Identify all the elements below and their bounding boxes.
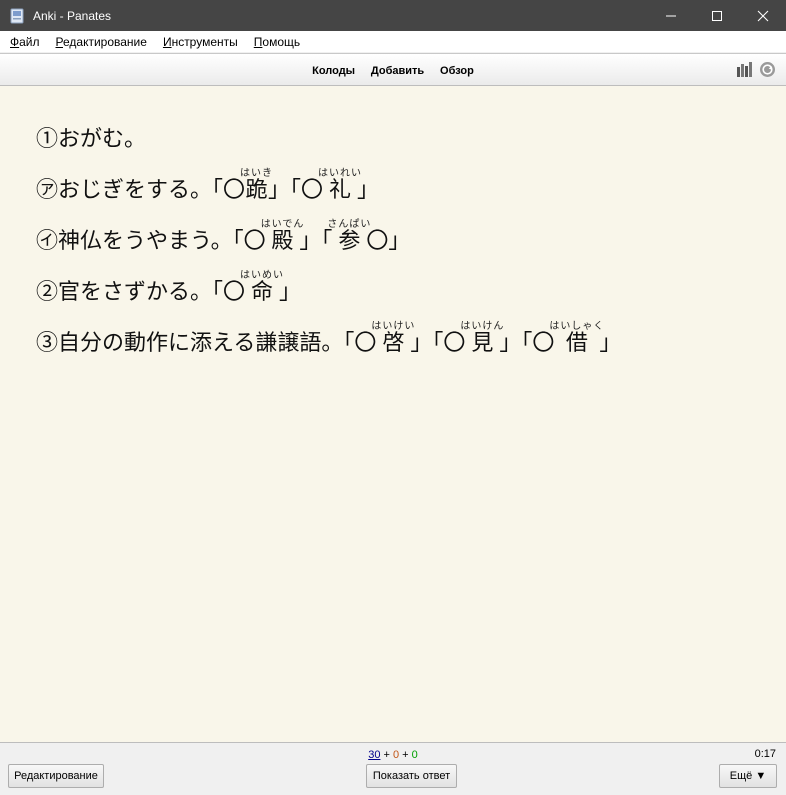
ruby-word: 命はいめい	[240, 270, 285, 305]
card-view: ①おがむ。 ㋐おじぎをする。「〇跪はいき」「〇礼はいれい」 ㋑神仏をうやまう。「…	[0, 86, 786, 742]
bottom-bar: 30 + 0 + 0 0:17 Редактирование Показать …	[0, 742, 786, 795]
card-line-3: ㋑神仏をうやまう。「〇殿はいでん」「参さんぱい〇」	[36, 219, 411, 254]
add-link[interactable]: Добавить	[371, 65, 424, 77]
maximize-button[interactable]	[694, 0, 740, 31]
minimize-icon	[666, 15, 676, 16]
card-line-2: ㋐おじぎをする。「〇跪はいき」「〇礼はいれい」	[36, 168, 380, 203]
card-timer: 0:17	[754, 748, 776, 760]
anki-app-icon	[9, 8, 25, 24]
stats-icon[interactable]	[736, 61, 753, 81]
ruby-word: 殿はいでん	[260, 219, 305, 254]
menu-help[interactable]: Помощь	[246, 35, 308, 49]
ruby-word: 啓はいけい	[371, 321, 416, 356]
ruby-word: 礼はいれい	[318, 168, 363, 203]
ruby-word: 跪はいき	[240, 168, 274, 203]
menu-file[interactable]: Файл	[2, 35, 48, 49]
menu-tools[interactable]: Инструменты	[155, 35, 246, 49]
edit-button[interactable]: Редактирование	[8, 764, 104, 788]
review-count: 0	[411, 749, 418, 761]
new-count: 30	[368, 749, 381, 761]
window-title: Anki - Panates	[33, 8, 112, 23]
menu-edit[interactable]: Редактирование	[48, 35, 155, 49]
ruby-word: 見はいけん	[460, 321, 505, 356]
maximize-icon	[712, 10, 722, 21]
close-button[interactable]	[740, 0, 786, 31]
minimize-button[interactable]	[648, 0, 694, 31]
ruby-word: 借はいしゃく	[549, 321, 605, 356]
card-line-4: ②官をさずかる。「〇命はいめい」	[36, 270, 302, 305]
menu-bar: Файл Редактирование Инструменты Помощь	[0, 31, 786, 52]
card-line-5: ③自分の動作に添える謙譲語。「〇啓はいけい」「〇見はいけん」「〇借はいしゃく」	[36, 321, 622, 356]
close-icon	[757, 10, 769, 21]
browse-link[interactable]: Обзор	[440, 65, 474, 77]
ruby-word: 参さんぱい	[327, 219, 372, 254]
title-bar: Anki - Panates	[0, 0, 786, 31]
card-content: ①おがむ。 ㋐おじぎをする。「〇跪はいき」「〇礼はいれい」 ㋑神仏をうやまう。「…	[36, 122, 621, 363]
decks-link[interactable]: Колоды	[312, 65, 355, 77]
due-counts: 30 + 0 + 0	[368, 749, 418, 761]
card-line-1: ①おがむ。	[36, 127, 147, 152]
main-toolbar: Колоды Добавить Обзор	[0, 53, 786, 86]
more-button[interactable]: Ещё ▼	[719, 764, 777, 788]
show-answer-button[interactable]: Показать ответ	[366, 764, 457, 788]
sync-icon[interactable]	[759, 61, 776, 81]
